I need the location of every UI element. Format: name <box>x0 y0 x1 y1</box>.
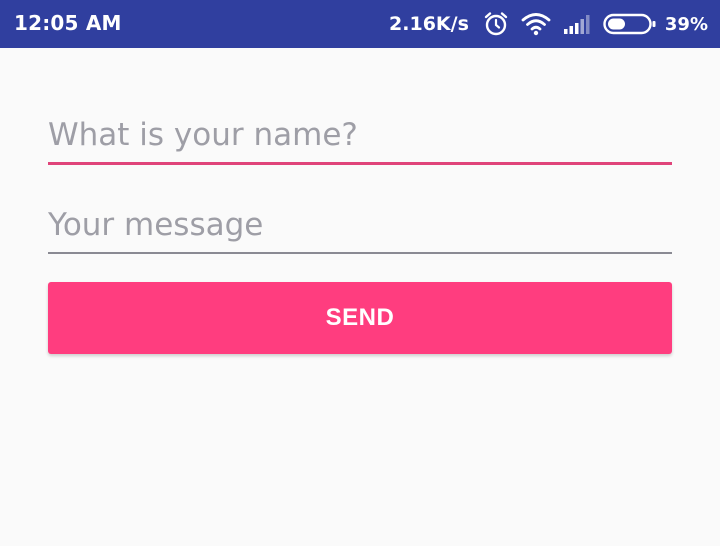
status-bar: 12:05 AM 2.16K/s 39% <box>0 0 720 48</box>
network-speed: 2.16K/s <box>389 13 469 35</box>
wifi-icon <box>521 12 551 36</box>
status-icons: 2.16K/s 39% <box>389 0 708 48</box>
send-button[interactable]: SEND <box>48 282 672 354</box>
battery-percent: 39% <box>664 13 708 35</box>
message-input[interactable] <box>48 202 672 254</box>
status-time: 12:05 AM <box>14 11 122 35</box>
signal-icon <box>563 13 591 35</box>
message-form: SEND <box>0 48 720 546</box>
name-input[interactable] <box>48 112 672 165</box>
battery-icon <box>603 12 657 36</box>
alarm-icon <box>483 11 509 37</box>
